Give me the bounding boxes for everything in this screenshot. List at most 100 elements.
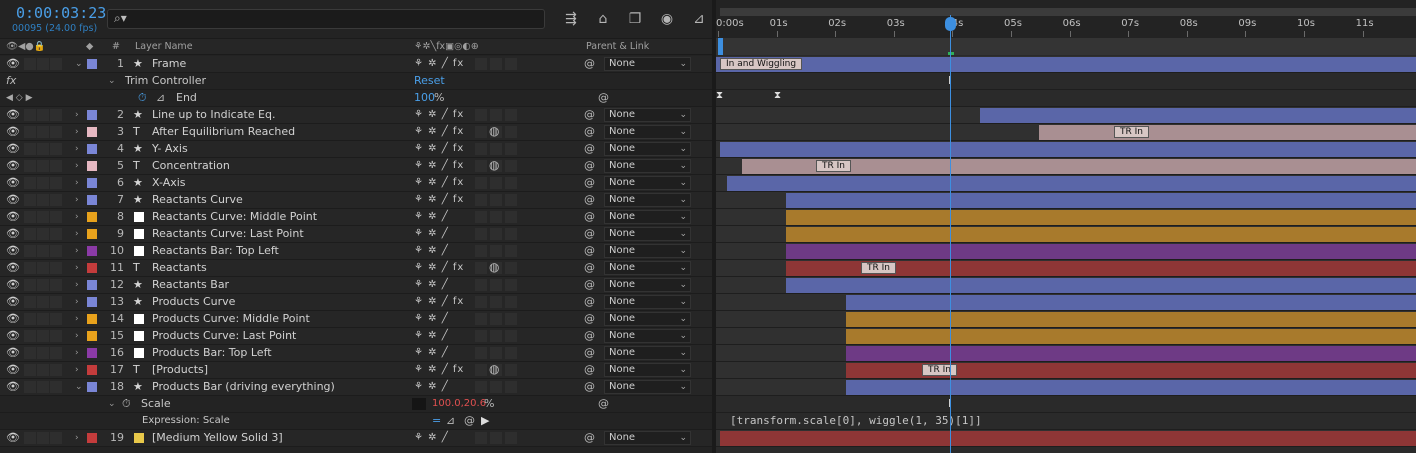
layer-duration-bar[interactable] <box>980 108 1416 123</box>
layer-name[interactable]: Products Bar (driving everything) <box>152 379 407 395</box>
search-input[interactable]: ⌕▾ <box>107 9 545 29</box>
solo-toggle[interactable] <box>37 177 49 189</box>
visibility-eye-icon[interactable]: 👁 <box>6 379 20 395</box>
layer-name[interactable]: Y- Axis <box>152 141 407 157</box>
parent-dropdown[interactable]: None ⌄ <box>604 244 691 258</box>
expand-twirl-icon[interactable]: › <box>75 192 85 208</box>
expand-twirl-icon[interactable]: › <box>75 175 85 191</box>
lock-toggle[interactable] <box>50 211 62 223</box>
layer-switches[interactable]: ⚘ ✲ ╱ <box>414 430 484 446</box>
parent-dropdown[interactable]: None ⌄ <box>604 346 691 360</box>
switch-slot[interactable] <box>490 58 502 70</box>
lock-toggle[interactable] <box>50 313 62 325</box>
pick-whip-icon[interactable]: @ <box>584 107 598 123</box>
lock-toggle[interactable] <box>50 245 62 257</box>
layer-duration-bar[interactable] <box>786 210 1416 225</box>
audio-toggle[interactable] <box>24 330 36 342</box>
motion-blur-icon[interactable]: ◍ <box>489 260 499 274</box>
pick-whip-icon[interactable]: @ <box>584 243 598 259</box>
expand-twirl-icon[interactable]: ⌄ <box>75 56 85 72</box>
visibility-eye-icon[interactable]: 👁 <box>6 141 20 157</box>
audio-toggle[interactable] <box>24 143 36 155</box>
visibility-eye-icon[interactable]: 👁 <box>6 209 20 225</box>
expand-twirl-icon[interactable]: › <box>75 158 85 174</box>
layer-row[interactable]: 👁 › 10 Reactants Bar: Top Left ⚘ ✲ ╱ @ None ⌄ <box>0 243 712 260</box>
pick-whip-icon[interactable]: @ <box>584 379 598 395</box>
layer-row[interactable]: 👁 › 13 ★ Products Curve ⚘ ✲ ╱ fx @ None ⌄ <box>0 294 712 311</box>
layer-name[interactable]: X-Axis <box>152 175 407 191</box>
lock-toggle[interactable] <box>50 432 62 444</box>
layer-duration-bar[interactable] <box>727 176 1416 191</box>
switch-slot[interactable] <box>475 381 487 393</box>
layer-row[interactable]: 👁 › 5 T Concentration ⚘ ✲ ╱ fx ◍ @ None ⌄ <box>0 158 712 175</box>
shy-layers-icon[interactable]: ❐ <box>624 10 646 28</box>
solo-toggle[interactable] <box>37 211 49 223</box>
layer-duration-bar[interactable] <box>786 193 1416 208</box>
label-color-swatch[interactable] <box>87 127 97 137</box>
pick-whip-icon[interactable]: @ <box>584 311 598 327</box>
expand-twirl-icon[interactable]: › <box>75 311 85 327</box>
parent-dropdown[interactable]: None ⌄ <box>604 380 691 394</box>
switch-slot[interactable] <box>490 245 502 257</box>
switch-slot[interactable] <box>475 313 487 325</box>
audio-toggle[interactable] <box>24 279 36 291</box>
layer-marker[interactable]: TR In <box>922 364 957 376</box>
layer-row[interactable]: 👁 › 14 Products Curve: Middle Point ⚘ ✲ ╱ @ No… <box>0 311 712 328</box>
layer-marker[interactable]: In and Wiggling <box>720 58 803 70</box>
layer-row[interactable]: 👁 › 11 T Reactants ⚘ ✲ ╱ fx ◍ @ None ⌄ <box>0 260 712 277</box>
pick-whip-icon[interactable]: @ <box>584 175 598 191</box>
switch-slot[interactable] <box>505 262 517 274</box>
pick-whip-icon[interactable]: @ <box>598 90 612 106</box>
lock-toggle[interactable] <box>50 381 62 393</box>
layer-switches[interactable]: ⚘ ✲ ╱ <box>414 243 484 259</box>
playhead-line[interactable] <box>950 15 951 453</box>
switch-slot[interactable] <box>505 126 517 138</box>
switch-slot[interactable] <box>490 211 502 223</box>
expand-twirl-icon[interactable]: ⌄ <box>108 73 116 89</box>
layer-name[interactable]: [Products] <box>152 362 407 378</box>
layer-switches[interactable]: ⚘ ✲ ╱ fx <box>414 124 484 140</box>
audio-toggle[interactable] <box>24 194 36 206</box>
label-color-swatch[interactable] <box>87 280 97 290</box>
layer-marker[interactable]: TR In <box>861 262 896 274</box>
layer-name[interactable]: Products Curve: Middle Point <box>152 311 407 327</box>
switch-slot[interactable] <box>490 381 502 393</box>
motion-blur-icon[interactable]: ◍ <box>489 124 499 138</box>
pick-whip-icon[interactable]: @ <box>584 362 598 378</box>
visibility-eye-icon[interactable]: 👁 <box>6 107 20 123</box>
solo-toggle[interactable] <box>37 160 49 172</box>
switch-slot[interactable] <box>505 245 517 257</box>
expand-twirl-icon[interactable]: › <box>75 243 85 259</box>
visibility-eye-icon[interactable]: 👁 <box>6 260 20 276</box>
switch-slot[interactable] <box>505 177 517 189</box>
layer-duration-bar[interactable] <box>716 57 1416 72</box>
layer-name[interactable]: [Medium Yellow Solid 3] <box>152 430 407 446</box>
audio-toggle[interactable] <box>24 228 36 240</box>
switch-slot[interactable] <box>475 194 487 206</box>
audio-toggle[interactable] <box>24 381 36 393</box>
switch-slot[interactable] <box>490 194 502 206</box>
expand-twirl-icon[interactable]: › <box>75 226 85 242</box>
reset-link[interactable]: Reset <box>414 73 445 89</box>
layer-switches[interactable]: ⚘ ✲ ╱ fx <box>414 294 484 310</box>
layer-name[interactable]: Products Bar: Top Left <box>152 345 407 361</box>
switch-slot[interactable] <box>505 330 517 342</box>
pick-whip-icon[interactable]: @ <box>598 396 612 412</box>
label-color-swatch[interactable] <box>87 229 97 239</box>
expand-twirl-icon[interactable]: › <box>75 209 85 225</box>
pick-whip-icon[interactable]: @ <box>584 277 598 293</box>
layer-duration-bar[interactable] <box>846 380 1416 395</box>
switch-slot[interactable] <box>490 347 502 359</box>
layer-name[interactable]: Frame <box>152 56 407 72</box>
column-layer-name[interactable]: Layer Name <box>135 41 193 52</box>
switch-slot[interactable] <box>490 296 502 308</box>
solo-toggle[interactable] <box>37 381 49 393</box>
solo-toggle[interactable] <box>37 347 49 359</box>
expression-menu-icon[interactable]: ▶ <box>481 413 489 429</box>
layer-name[interactable]: Reactants <box>152 260 407 276</box>
visibility-eye-icon[interactable]: 👁 <box>6 56 20 72</box>
label-color-swatch[interactable] <box>87 297 97 307</box>
layer-duration-bar[interactable] <box>786 278 1416 293</box>
layer-name[interactable]: Reactants Bar <box>152 277 407 293</box>
switch-slot[interactable] <box>475 58 487 70</box>
